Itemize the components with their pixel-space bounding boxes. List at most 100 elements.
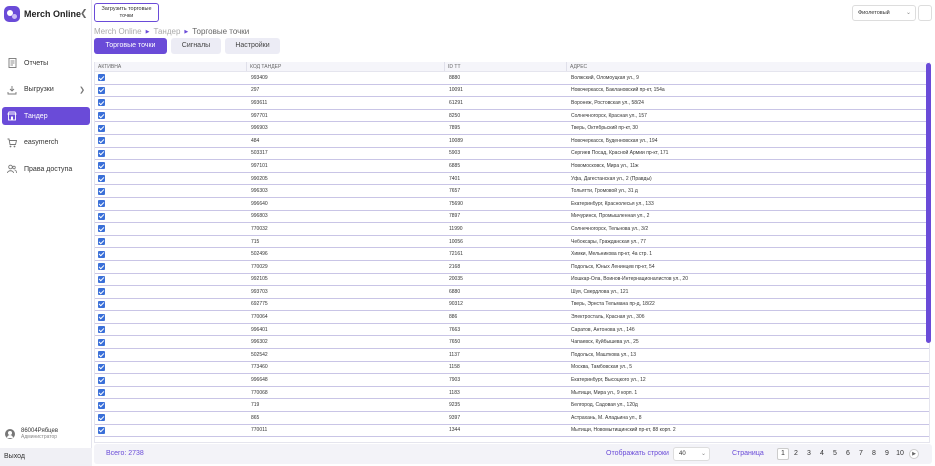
upload-stores-button[interactable]: Загрузить торговые точки: [94, 3, 159, 22]
active-checkbox[interactable]: [98, 313, 105, 321]
column-header-tander-code[interactable]: КОД ТАНДЕР: [247, 62, 445, 71]
active-checkbox[interactable]: [98, 338, 105, 346]
store-id-cell: 72161: [449, 251, 463, 258]
active-checkbox[interactable]: [98, 326, 105, 334]
table-row[interactable]: 503317 5903 Сергиев Посад, Красной Армии п…: [95, 148, 929, 161]
table-row[interactable]: 715 10056 Чебоксары, Гражданская ул., 77: [95, 236, 929, 249]
active-checkbox[interactable]: [98, 426, 105, 434]
table-row[interactable]: 770011 1344 Мытищи, Новомытищинский пр-кт,…: [95, 425, 929, 438]
table-row[interactable]: 997701 8250 Солнечногорск, Красная ул., 15…: [95, 110, 929, 123]
table-row[interactable]: 996401 7663 Саратов, Антонова ул., 14б: [95, 324, 929, 337]
active-cell: [95, 74, 247, 82]
breadcrumb-item[interactable]: Тандер: [153, 27, 180, 36]
page-button[interactable]: 3: [803, 448, 815, 460]
page-button[interactable]: 2: [790, 448, 802, 460]
table-row[interactable]: 993611 61291 Воронеж, Ростовская ул., 58/2…: [95, 97, 929, 110]
active-checkbox[interactable]: [98, 149, 105, 157]
active-checkbox[interactable]: [98, 401, 105, 409]
table-row[interactable]: 997101 6885 Новомосковск, Мира ул., 11ж: [95, 160, 929, 173]
table-row[interactable]: 484 10089 Новочеркасск, Буденновская ул., …: [95, 135, 929, 148]
address-cell: Чапаевск, Куйбышева ул., 25: [571, 339, 639, 346]
sidebar-item-tander[interactable]: Тандер: [2, 107, 90, 125]
page-button[interactable]: 10: [894, 448, 906, 460]
table-row[interactable]: 692775 90312 Тверь, Эрнста Тельмана пр-д, …: [95, 299, 929, 312]
active-checkbox[interactable]: [98, 162, 105, 170]
active-checkbox[interactable]: [98, 389, 105, 397]
tander-code-cell: 996303: [251, 188, 268, 195]
active-checkbox[interactable]: [98, 86, 105, 94]
table-row[interactable]: 996640 75690 Екатеринбург, Краснолесья ул.…: [95, 198, 929, 211]
table-row[interactable]: 996903 7895 Тверь, Октябрьский пр-кт, 30: [95, 122, 929, 135]
active-checkbox[interactable]: [98, 124, 105, 132]
table-row[interactable]: 719 9235 Белгород, Садовая ул., 120д: [95, 399, 929, 413]
user-profile[interactable]: 86004Рябцев Администратор: [0, 424, 92, 444]
active-checkbox[interactable]: [98, 112, 105, 120]
brand[interactable]: Merch Online: [4, 5, 90, 23]
sidebar-item-easymerch[interactable]: easymerch: [2, 134, 90, 152]
active-checkbox[interactable]: [98, 376, 105, 384]
address-cell: Новочеркасск, Буденновская ул., 194: [571, 137, 658, 144]
active-checkbox[interactable]: [98, 212, 105, 220]
next-page-icon[interactable]: ▶: [909, 449, 919, 459]
store-id-cell: 10089: [449, 137, 463, 144]
sidebar-item-reports[interactable]: Отчеты: [2, 54, 90, 72]
table-row[interactable]: 865 9397 Астрахань, М. Аладьина ул., 8: [95, 412, 929, 425]
active-checkbox[interactable]: [98, 74, 105, 82]
chevron-left-icon[interactable]: ❮: [80, 8, 88, 19]
active-checkbox[interactable]: [98, 187, 105, 195]
header-extra-button[interactable]: [918, 5, 932, 21]
active-checkbox[interactable]: [98, 363, 105, 371]
logout-button[interactable]: Выход: [0, 448, 92, 466]
sidebar-item-access-rights[interactable]: Права доступа: [2, 160, 90, 178]
table-row[interactable]: 990205 7401 Уфа, Дагестанская ул., 2 (Прав…: [95, 173, 929, 186]
table-row[interactable]: 770064 886 Электросталь, Красная ул., 30б: [95, 311, 929, 324]
table-row[interactable]: 996303 7657 Тольятти, Громовой ул., 31 д: [95, 185, 929, 198]
table-row[interactable]: 770032 11990 Солнечногорск, Тельнова ул., …: [95, 223, 929, 236]
active-checkbox[interactable]: [98, 275, 105, 283]
active-checkbox[interactable]: [98, 250, 105, 258]
breadcrumb-item[interactable]: Merch Online: [94, 27, 142, 36]
active-checkbox[interactable]: [98, 414, 105, 422]
table-row[interactable]: 502496 72161 Химки, Мельникова пр-кт, 4а с…: [95, 248, 929, 261]
active-checkbox[interactable]: [98, 200, 105, 208]
page-button[interactable]: 9: [881, 448, 893, 460]
table-body: 993409 8880 Волжский, Оломоуцкая ул., 9 297…: [95, 72, 929, 438]
table-row[interactable]: 502542 1137 Подольск, Машткова ул., 13: [95, 349, 929, 362]
active-checkbox[interactable]: [98, 137, 105, 145]
active-checkbox[interactable]: [98, 288, 105, 296]
table-row[interactable]: 992105 20035 Йошкар-Ола, Воинов-Интернацио…: [95, 274, 929, 287]
rows-per-page-select[interactable]: 40 ⌄: [673, 447, 710, 461]
page-button[interactable]: 5: [829, 448, 841, 460]
theme-select[interactable]: Фиолетовый ⌄: [852, 5, 916, 21]
table-row[interactable]: 773460 1158 Москва, Тамбовская ул., 5: [95, 362, 929, 375]
table-row[interactable]: 996648 7903 Екатеринбург, Высоцкого ул., 1…: [95, 374, 929, 387]
active-checkbox[interactable]: [98, 238, 105, 246]
table-scrollbar[interactable]: [926, 63, 931, 343]
tab-settings[interactable]: Настройки: [225, 38, 280, 54]
table-row[interactable]: 770029 2168 Подольск, Юных Ленинцев пр-кт,…: [95, 261, 929, 274]
column-header-store-id[interactable]: ID ТТ: [445, 62, 567, 71]
active-checkbox[interactable]: [98, 175, 105, 183]
active-checkbox[interactable]: [98, 300, 105, 308]
tab-signals[interactable]: Сигналы: [171, 38, 221, 54]
active-checkbox[interactable]: [98, 351, 105, 359]
page-button[interactable]: 4: [816, 448, 828, 460]
table-row[interactable]: 297 10091 Новочеркасск, Баклановский пр-кт…: [95, 85, 929, 98]
table-row[interactable]: 996302 7650 Чапаевск, Куйбышева ул., 25: [95, 336, 929, 350]
page-button[interactable]: 8: [868, 448, 880, 460]
table-row[interactable]: 770068 1183 Мытищи, Мира ул., 9 корп. 1: [95, 387, 929, 400]
column-header-active[interactable]: АКТИВНА: [95, 62, 247, 71]
column-header-address[interactable]: АДРЕС: [567, 62, 929, 71]
sidebar-item-exports[interactable]: Выгрузки ❯: [2, 81, 90, 99]
table-row[interactable]: 993703 6880 Шуя, Свердлова ул., 121: [95, 286, 929, 299]
tab-stores[interactable]: Торговые точки: [94, 38, 167, 54]
table-row[interactable]: 996803 7897 Мичуринск, Промышленная ул., 2: [95, 211, 929, 224]
active-checkbox[interactable]: [98, 263, 105, 271]
page-button[interactable]: 7: [855, 448, 867, 460]
active-checkbox[interactable]: [98, 99, 105, 107]
page-button[interactable]: 1: [777, 448, 789, 460]
page-button[interactable]: 6: [842, 448, 854, 460]
cart-icon: [7, 138, 17, 148]
table-row[interactable]: 993409 8880 Волжский, Оломоуцкая ул., 9: [95, 72, 929, 85]
active-checkbox[interactable]: [98, 225, 105, 233]
